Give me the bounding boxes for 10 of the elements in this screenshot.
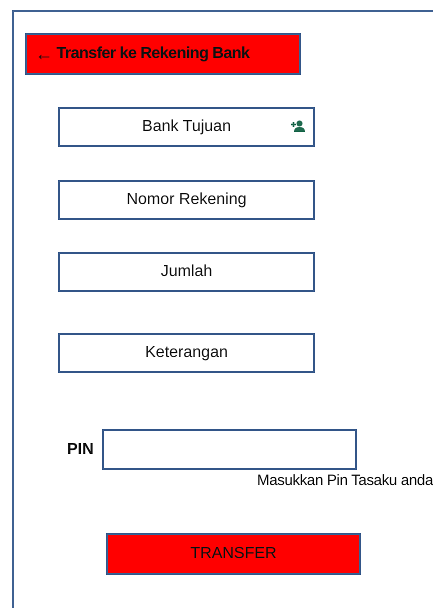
pin-label: PIN (67, 440, 94, 458)
transfer-button[interactable]: TRANSFER (106, 533, 361, 575)
input-field[interactable]: Nomor Rekening (58, 180, 315, 220)
input-field[interactable]: Keterangan (58, 333, 315, 373)
pin-field[interactable] (102, 429, 357, 470)
input-field[interactable]: Bank Tujuan (58, 107, 315, 147)
back-button[interactable]: ← Transfer ke Rekening Bank (25, 33, 301, 75)
add-person-icon (291, 120, 305, 132)
input-field[interactable]: Jumlah (58, 252, 315, 292)
pin-hint: Masukkan Pin Tasaku anda (257, 472, 433, 489)
